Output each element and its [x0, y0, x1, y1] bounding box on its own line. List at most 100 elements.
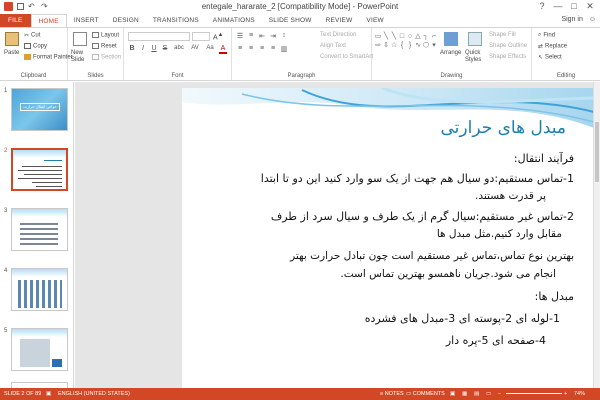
help-button[interactable]: ?: [534, 0, 550, 12]
reading-view-icon[interactable]: ▤: [474, 388, 479, 400]
shape-textbox-icon[interactable]: ▭: [374, 32, 382, 41]
slide-body-line[interactable]: 1-تماس مستقیم:دو سیال هم جهت از یک سو وا…: [261, 172, 574, 185]
shape-arrow2-icon[interactable]: ⇩: [382, 41, 390, 50]
slide-body-line[interactable]: بهترین نوع تماس،تماس غیر مستقیم است چون …: [290, 250, 574, 262]
align-text-button[interactable]: Align Text: [320, 43, 346, 49]
shape-line-icon[interactable]: ╲: [382, 32, 390, 41]
find-button[interactable]: ⌕ Find: [538, 32, 555, 39]
normal-view-icon[interactable]: ▣: [450, 388, 455, 400]
comments-button[interactable]: ▭ COMMENTS: [406, 388, 445, 400]
tab-view[interactable]: VIEW: [359, 14, 390, 27]
format-painter-button[interactable]: Format Painter: [24, 54, 73, 61]
italic-button[interactable]: I: [139, 45, 147, 54]
arrange-button[interactable]: Arrange: [440, 50, 461, 56]
tab-design[interactable]: DESIGN: [106, 14, 146, 27]
shape-more-icon[interactable]: ▾: [430, 41, 438, 50]
shape-hex-icon[interactable]: ⬡: [422, 41, 430, 50]
thumbnail-image[interactable]: [11, 268, 68, 311]
tab-review[interactable]: REVIEW: [319, 14, 360, 27]
slide-body-line[interactable]: 2-تماس غیر مستقیم:سیال گرم از یک طرف و س…: [271, 210, 574, 223]
close-button[interactable]: ✕: [582, 0, 598, 12]
shape-oval-icon[interactable]: ○: [406, 32, 414, 41]
language-indicator[interactable]: ENGLISH (UNITED STATES): [58, 388, 130, 400]
shapes-gallery[interactable]: ▭ ╲ ╲ □ ○ △ ┐ ⌐ ⇨ ⇩ ☆ { } ∿ ⬡ ▾: [374, 32, 438, 62]
smiley-icon[interactable]: ☺: [589, 16, 596, 23]
font-size-select[interactable]: [192, 32, 210, 41]
text-direction-button[interactable]: Text Direction: [320, 32, 356, 38]
maximize-button[interactable]: □: [566, 0, 582, 12]
shape-rect-icon[interactable]: □: [398, 32, 406, 41]
slide-editor[interactable]: مبدل های حرارتی فرآیند انتقال: 1-تماس مس…: [75, 82, 600, 388]
char-spacing-button[interactable]: AV: [189, 45, 201, 54]
underline-button[interactable]: U: [150, 45, 158, 54]
shape-connector-icon[interactable]: ⌐: [430, 32, 438, 41]
slide-body-line[interactable]: 4-صفحه ای 5-پره دار: [446, 334, 546, 347]
slide-body-line[interactable]: 1-لوله ای 2-پوسته ای 3-مبدل های فشرده: [365, 312, 560, 325]
tab-home[interactable]: HOME: [30, 14, 67, 27]
paste-button[interactable]: Paste: [4, 50, 19, 56]
shape-outline-button[interactable]: Shape Outline: [489, 43, 527, 49]
bold-button[interactable]: B: [128, 45, 136, 54]
slide-body-line[interactable]: انجام می شود.جریان ناهمسو بهترین تماس اس…: [340, 268, 556, 280]
align-right-icon[interactable]: ≡: [258, 45, 266, 53]
numbering-icon[interactable]: ≡: [247, 32, 255, 40]
change-case-button[interactable]: Aa: [204, 45, 216, 54]
spellcheck-icon[interactable]: ▣: [46, 388, 51, 400]
columns-icon[interactable]: ▥: [280, 45, 288, 53]
convert-smartart-button[interactable]: Convert to SmartArt: [320, 54, 373, 60]
shape-brace-icon[interactable]: {: [398, 41, 406, 50]
editor-scrollbar[interactable]: [593, 82, 600, 388]
shape-fill-button[interactable]: Shape Fill: [489, 32, 516, 38]
slide-thumbnails-pane[interactable]: 1 خواص انتقال حرارت 2 3 4 5: [0, 82, 74, 388]
tab-slide-show[interactable]: SLIDE SHOW: [262, 14, 319, 27]
strikethrough-button[interactable]: S: [161, 45, 169, 54]
tab-file[interactable]: FILE: [0, 14, 31, 27]
new-slide-button[interactable]: New Slide: [71, 50, 91, 64]
reset-button[interactable]: Reset: [92, 43, 117, 50]
copy-button[interactable]: Copy: [24, 43, 47, 50]
notes-button[interactable]: ≡ NOTES: [380, 388, 404, 400]
slideshow-view-icon[interactable]: ▭: [486, 388, 491, 400]
paste-icon[interactable]: [5, 32, 19, 46]
shape-elbow-icon[interactable]: ┐: [422, 32, 430, 41]
shape-line2-icon[interactable]: ╲: [390, 32, 398, 41]
shape-brace2-icon[interactable]: }: [406, 41, 414, 50]
shape-effects-button[interactable]: Shape Effects: [489, 54, 526, 60]
zoom-out-icon[interactable]: −: [498, 388, 501, 400]
select-button[interactable]: ↖ Select: [538, 54, 562, 61]
slide-body-line[interactable]: مقابل وارد کنیم.مثل مبدل ها: [437, 228, 562, 240]
font-color-button[interactable]: A: [219, 45, 227, 54]
grow-font-icon[interactable]: A▲: [213, 32, 223, 41]
shape-curve-icon[interactable]: ∿: [414, 41, 422, 50]
tab-transitions[interactable]: TRANSITIONS: [146, 14, 206, 27]
bullets-icon[interactable]: ☰: [236, 32, 244, 40]
thumbnail-image[interactable]: [11, 328, 68, 371]
shape-star-icon[interactable]: ☆: [390, 41, 398, 50]
shape-triangle-icon[interactable]: △: [414, 32, 422, 41]
align-left-icon[interactable]: ≡: [236, 45, 244, 53]
sorter-view-icon[interactable]: ▦: [462, 388, 467, 400]
decrease-indent-icon[interactable]: ⇤: [258, 32, 266, 40]
slide-title[interactable]: مبدل های حرارتی: [441, 118, 567, 138]
current-slide[interactable]: مبدل های حرارتی فرآیند انتقال: 1-تماس مس…: [182, 88, 594, 388]
font-family-select[interactable]: [128, 32, 190, 41]
align-center-icon[interactable]: ≡: [247, 45, 255, 53]
layout-button[interactable]: Layout: [92, 32, 119, 39]
slide-body-line[interactable]: مبدل ها:: [535, 290, 574, 303]
zoom-in-icon[interactable]: +: [564, 388, 567, 400]
slide-body-line[interactable]: پر قدرت هستند.: [475, 190, 546, 202]
arrange-icon[interactable]: [444, 32, 458, 46]
zoom-level[interactable]: 74%: [574, 388, 585, 400]
increase-indent-icon[interactable]: ⇥: [269, 32, 277, 40]
line-spacing-icon[interactable]: ↕: [280, 32, 288, 40]
quick-styles-button[interactable]: Quick Styles: [465, 50, 487, 64]
thumbnail-image[interactable]: [11, 208, 68, 251]
tab-animations[interactable]: ANIMATIONS: [206, 14, 262, 27]
slide-body-line[interactable]: فرآیند انتقال:: [514, 152, 574, 165]
scrollbar-thumb[interactable]: [595, 122, 599, 182]
shadow-button[interactable]: abc: [172, 45, 186, 54]
cut-button[interactable]: ✂ Cut: [24, 32, 40, 39]
thumbnail-image[interactable]: خواص انتقال حرارت: [11, 88, 68, 131]
zoom-slider[interactable]: [506, 393, 562, 394]
section-button[interactable]: Section: [92, 54, 121, 61]
